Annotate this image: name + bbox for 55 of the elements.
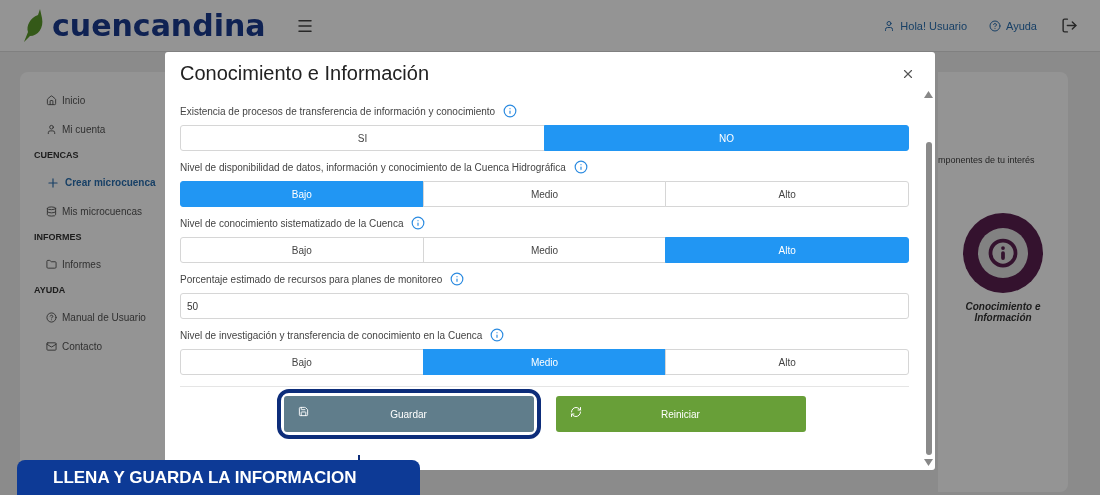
question-label: Existencia de procesos de transferencia de información y conocimiento — [180, 105, 496, 117]
save-button[interactable]: Guardar — [283, 396, 534, 432]
option-button[interactable]: Alto — [665, 237, 909, 263]
help-icon — [989, 19, 1001, 32]
help-icon — [46, 312, 57, 323]
plus-icon — [46, 175, 60, 190]
user-icon — [46, 124, 57, 135]
option-button[interactable]: Alto — [665, 349, 909, 375]
save-icon — [297, 406, 309, 417]
logo-text: cuencandina — [52, 8, 266, 43]
sidebar-item[interactable]: Mis microcuencas — [34, 197, 180, 226]
mail-icon — [46, 341, 57, 352]
question-label: Nivel de conocimiento sistematizado de la Cuenca — [180, 217, 404, 229]
info-icon[interactable] — [503, 104, 518, 118]
logout-icon[interactable] — [1061, 17, 1078, 34]
modal-title: Conocimiento e Información — [180, 62, 429, 85]
question-label: Nivel de disponibilidad de datos, información y conocimiento de la Cuenca Hidrográfica — [180, 161, 566, 173]
option-button[interactable]: Bajo — [180, 349, 424, 375]
database-icon — [46, 206, 57, 217]
option-button[interactable]: Bajo — [180, 181, 424, 207]
section-title: INFORMES — [34, 232, 83, 242]
refresh-icon — [569, 406, 582, 418]
folder-icon — [46, 259, 57, 270]
section-title: CUENCAS — [34, 150, 80, 160]
reset-button[interactable]: Reiniciar — [555, 396, 806, 432]
info-icon[interactable] — [411, 216, 426, 230]
section-title: AYUDA — [34, 285, 67, 295]
option-button[interactable]: SI — [180, 125, 545, 151]
info-icon[interactable] — [573, 160, 588, 174]
option-button[interactable]: NO — [544, 125, 909, 151]
help-link[interactable]: Ayuda — [989, 19, 1037, 32]
info-icon[interactable] — [450, 272, 465, 286]
option-button[interactable]: Medio — [422, 181, 667, 207]
scroll-up-icon[interactable] — [924, 91, 933, 98]
sidebar-item[interactable]: Contacto — [34, 332, 180, 361]
info-icon[interactable] — [490, 328, 505, 342]
instruction-banner: LLENA Y GUARDA LA INFORMACION — [17, 460, 420, 495]
sidebar-item[interactable]: Informes — [34, 250, 180, 279]
number-field[interactable]: 50 — [180, 293, 909, 319]
module-label: Conocimiento e Información — [964, 301, 1042, 323]
option-button[interactable]: Alto — [665, 181, 909, 207]
option-button[interactable]: Bajo — [180, 237, 424, 263]
card-text: mponentes de tu interés — [938, 155, 1035, 165]
sidebar-item[interactable]: Inicio — [34, 86, 180, 115]
home-icon — [46, 95, 57, 106]
user-link[interactable]: Hola! Usuario — [883, 19, 967, 32]
sidebar-item[interactable]: Manual de Usuario — [34, 303, 180, 332]
sidebar-item[interactable]: Crear microcuenca — [34, 168, 180, 197]
scroll-down-icon[interactable] — [924, 459, 933, 466]
sidebar-item[interactable]: Mi cuenta — [34, 115, 180, 144]
option-button[interactable]: Medio — [422, 237, 667, 263]
user-icon — [883, 19, 896, 32]
question-label: Porcentaje estimado de recursos para planes de monitoreo — [180, 273, 443, 285]
option-button[interactable]: Medio — [422, 349, 667, 375]
question-label: Nivel de investigación y transferencia de conocimiento en la Cuenca — [180, 329, 483, 341]
